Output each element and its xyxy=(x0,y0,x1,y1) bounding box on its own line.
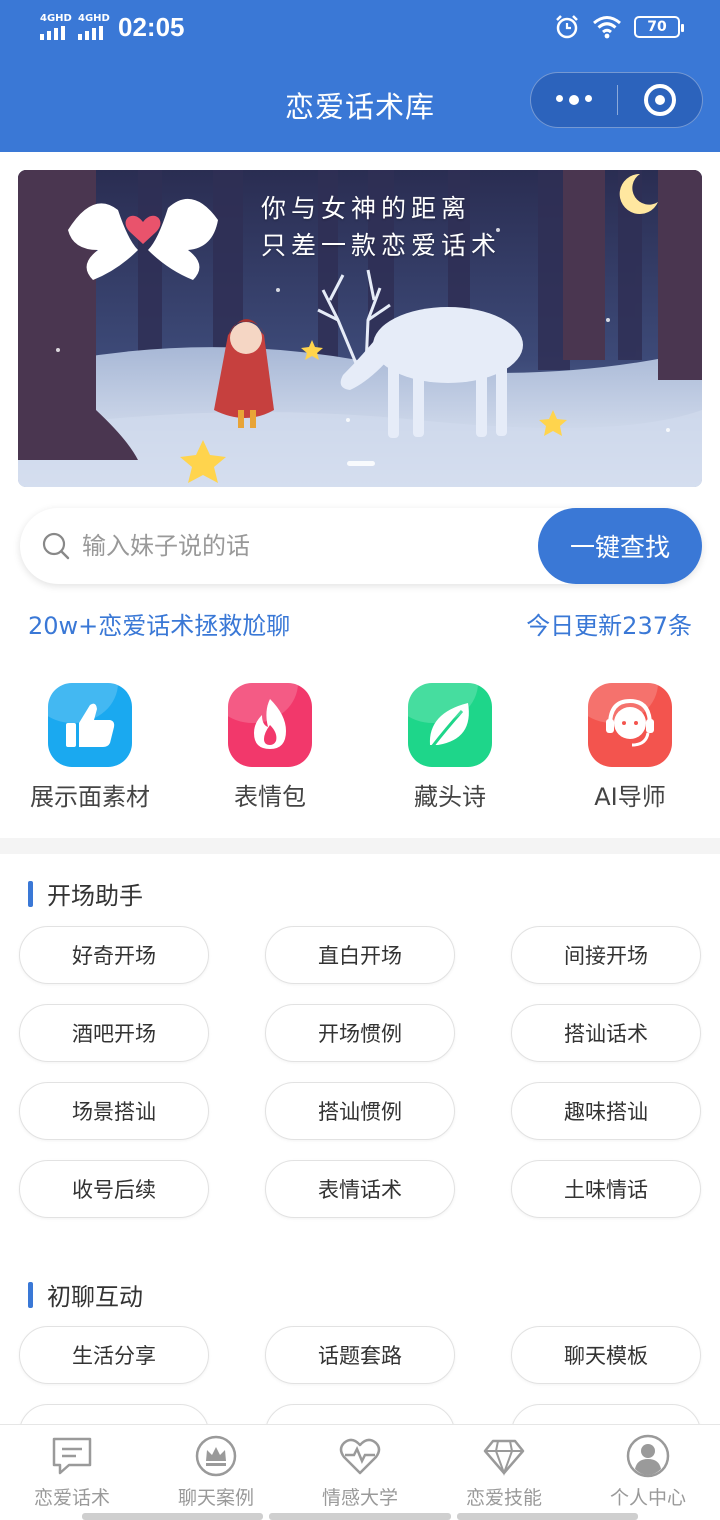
user-icon xyxy=(626,1434,670,1478)
bottom-tab-bar: 恋爱话术 聊天案例 情感大学 恋爱技能 个人中心 xyxy=(0,1424,720,1520)
tag-button[interactable]: 搭讪话术 xyxy=(511,1004,701,1062)
quick-action-materials[interactable]: 展示面素材 xyxy=(0,683,180,812)
signal-bars-icon xyxy=(78,26,110,40)
quick-action-label: 表情包 xyxy=(234,783,306,811)
search-button[interactable]: 一键查找 xyxy=(538,508,702,584)
carousel-indicator xyxy=(347,461,375,466)
banner-line-1: 你与女神的距离 xyxy=(261,194,472,223)
tag-button[interactable]: 场景搭讪 xyxy=(19,1082,209,1140)
wifi-icon xyxy=(593,16,621,39)
section-accent-bar xyxy=(28,880,33,907)
tag-button[interactable]: 生活分享 xyxy=(19,1326,209,1384)
signal-1: 4GHD xyxy=(40,14,72,40)
section-title-text: 初聊互动 xyxy=(47,1283,143,1311)
tag-button[interactable]: 开场惯例 xyxy=(265,1004,455,1062)
promo-text: 20w+恋爱话术拯救尬聊 xyxy=(28,612,291,640)
alarm-icon xyxy=(556,15,578,39)
quick-action-ai-mentor[interactable]: AI导师 xyxy=(540,683,720,812)
tag-button[interactable]: 聊天模板 xyxy=(511,1326,701,1384)
section-title-first-chat: 初聊互动 xyxy=(28,1277,143,1312)
more-icon[interactable] xyxy=(531,95,617,105)
tab-label: 恋爱技能 xyxy=(465,1487,542,1509)
network-label-2: 4GHD xyxy=(78,13,110,24)
gesture-bar xyxy=(82,1513,638,1520)
banner-line-2: 只差一款恋爱话术 xyxy=(261,231,502,260)
headset-icon xyxy=(588,683,672,767)
crown-icon xyxy=(195,1435,237,1477)
tag-button[interactable]: 搭讪惯例 xyxy=(265,1082,455,1140)
quick-action-label: AI导师 xyxy=(594,783,666,811)
tag-button[interactable]: 趣味搭讪 xyxy=(511,1082,701,1140)
target-icon xyxy=(644,84,676,116)
signal-2: 4GHD xyxy=(78,14,110,40)
tag-button[interactable]: 间接开场 xyxy=(511,926,701,984)
tab-love-talk[interactable]: 恋爱话术 xyxy=(0,1425,144,1520)
clock: 02:05 xyxy=(118,12,185,42)
banner-caption: 你与女神的距离 只差一款恋爱话术 xyxy=(261,190,501,264)
tab-emotion-university[interactable]: 情感大学 xyxy=(288,1425,432,1520)
section-accent-bar xyxy=(28,1281,33,1308)
tab-profile[interactable]: 个人中心 xyxy=(576,1425,720,1520)
search-icon xyxy=(42,532,70,560)
search-input[interactable] xyxy=(82,526,522,566)
quick-action-label: 展示面素材 xyxy=(30,783,150,811)
tab-label: 情感大学 xyxy=(321,1487,398,1509)
tag-button[interactable]: 酒吧开场 xyxy=(19,1004,209,1062)
tab-label: 个人中心 xyxy=(609,1487,686,1509)
banner-carousel[interactable]: 你与女神的距离 只差一款恋爱话术 xyxy=(18,170,702,487)
tab-label: 聊天案例 xyxy=(177,1487,254,1509)
section-divider xyxy=(0,838,720,854)
tag-button[interactable]: 表情话术 xyxy=(265,1160,455,1218)
status-icons: 70 xyxy=(554,14,684,40)
tag-button[interactable]: 直白开场 xyxy=(265,926,455,984)
tab-chat-cases[interactable]: 聊天案例 xyxy=(144,1425,288,1520)
section-title-opening: 开场助手 xyxy=(28,876,143,911)
chat-bubble-icon xyxy=(52,1437,92,1475)
quick-action-label: 藏头诗 xyxy=(414,783,486,811)
diamond-icon xyxy=(483,1439,525,1476)
heart-pulse-icon xyxy=(339,1438,381,1475)
status-bar: 4GHD 4GHD 02:05 70 xyxy=(0,0,720,56)
close-mini-program-button[interactable] xyxy=(618,84,702,116)
update-count-text: 今日更新237条 xyxy=(526,612,692,640)
thumbs-up-icon xyxy=(48,683,132,767)
tab-label: 恋爱话术 xyxy=(33,1487,110,1509)
flame-icon xyxy=(228,683,312,767)
leaf-icon xyxy=(408,683,492,767)
network-label-1: 4GHD xyxy=(40,13,72,24)
tag-button[interactable]: 好奇开场 xyxy=(19,926,209,984)
tag-button[interactable]: 收号后续 xyxy=(19,1160,209,1218)
tag-button[interactable]: 话题套路 xyxy=(265,1326,455,1384)
top-bar: 4GHD 4GHD 02:05 70 恋爱话术库 xyxy=(0,0,720,152)
battery-icon: 70 xyxy=(634,16,684,38)
quick-action-acrostic[interactable]: 藏头诗 xyxy=(360,683,540,812)
search-bar: 一键查找 xyxy=(20,508,702,584)
battery-level: 70 xyxy=(647,19,667,35)
quick-action-stickers[interactable]: 表情包 xyxy=(180,683,360,812)
tab-love-skills[interactable]: 恋爱技能 xyxy=(432,1425,576,1520)
tag-button[interactable]: 土味情话 xyxy=(511,1160,701,1218)
section-title-text: 开场助手 xyxy=(47,882,143,910)
mini-program-capsule xyxy=(530,72,703,128)
signal-bars-icon xyxy=(40,26,72,40)
